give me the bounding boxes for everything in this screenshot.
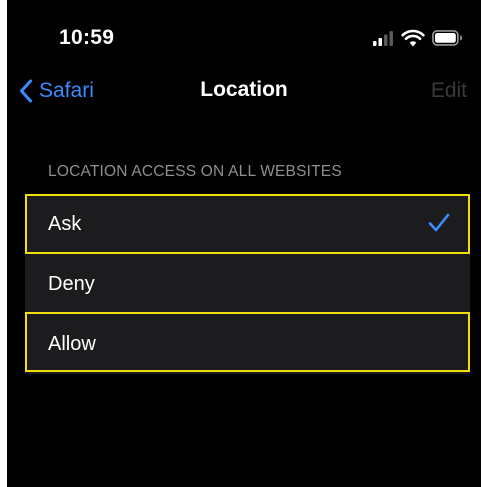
location-options-list: Ask Deny Allow [25,194,470,374]
option-ask-label: Ask [48,212,82,235]
wifi-icon [401,29,425,47]
cellular-signal-icon [373,31,393,46]
edit-button[interactable]: Edit [431,79,467,103]
page-title: Location [200,78,288,101]
option-deny-label: Deny [48,272,95,295]
option-deny[interactable]: Deny [25,254,470,314]
navigation-bar: Safari Location Edit [7,70,481,114]
option-allow[interactable]: Allow [25,314,470,374]
battery-icon [432,30,462,46]
section-header: LOCATION ACCESS ON ALL WEBSITES [48,163,342,180]
checkmark-icon [428,213,450,232]
phone-screen: 10:59 Safari Location Edit LOCATION ACCE… [7,0,481,487]
option-ask[interactable]: Ask [25,194,470,254]
option-allow-label: Allow [48,332,96,355]
status-icons [373,28,469,48]
status-bar: 10:59 [7,0,481,80]
status-time: 10:59 [59,26,115,49]
